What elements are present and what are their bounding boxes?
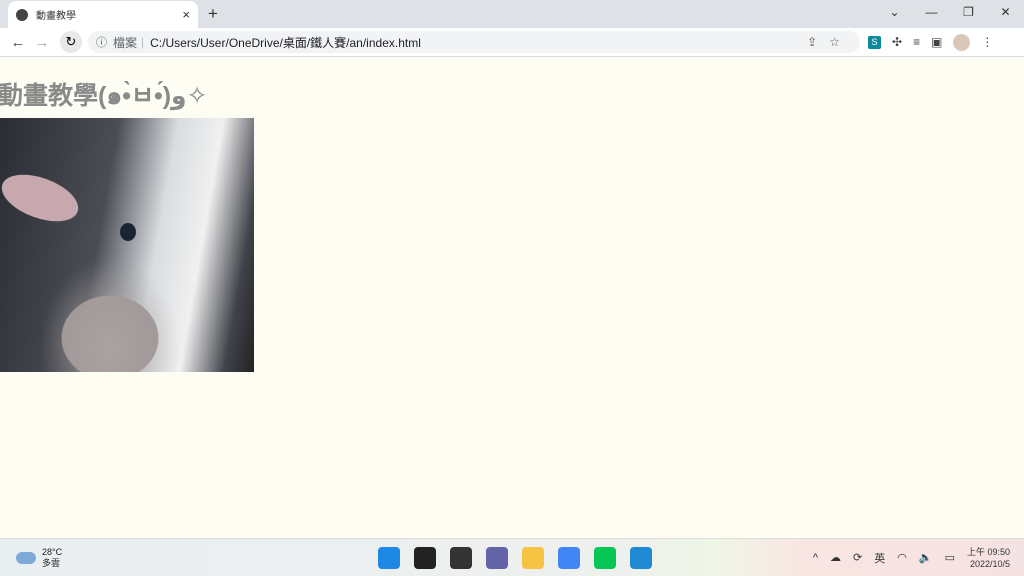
search-icon[interactable] xyxy=(414,546,436,569)
close-window-button[interactable]: ✕ xyxy=(987,0,1024,24)
temperature: 28°C xyxy=(42,546,63,557)
extension-s-icon[interactable]: S xyxy=(868,35,881,49)
reading-list-icon[interactable]: ≡ xyxy=(913,35,920,49)
restore-button[interactable]: ❐ xyxy=(950,0,987,24)
chevron-up-icon[interactable]: ^ xyxy=(813,552,818,564)
new-tab-button[interactable]: + xyxy=(208,4,218,24)
rabbit-eye xyxy=(120,223,136,241)
share-icon[interactable]: ⇪ xyxy=(807,35,829,49)
onedrive-icon[interactable]: ☁ xyxy=(830,551,841,564)
globe-icon xyxy=(16,8,28,21)
page-heading: 動畫教學(๑•̀ㅂ•́)و✧ xyxy=(0,82,208,110)
taskbar: 28°C 多雲 ^ ☁ ⟳ 英 ◠ 🔈 ▭ 上午 09:50 2022/10/5 xyxy=(0,538,1024,576)
clock[interactable]: 上午 09:50 2022/10/5 xyxy=(967,546,1010,570)
extensions-puzzle-icon[interactable]: ✣ xyxy=(892,35,902,49)
side-panel-icon[interactable]: ▣ xyxy=(931,35,942,49)
teams-chat-icon[interactable] xyxy=(486,546,508,569)
system-tray: ^ ☁ ⟳ 英 ◠ 🔈 ▭ 上午 09:50 2022/10/5 xyxy=(813,546,1010,570)
forward-button[interactable]: → xyxy=(30,34,54,51)
tab-title: 動畫教學 xyxy=(36,11,76,22)
address-bar[interactable]: ⓘ 檔案 | C:/Users/User/OneDrive/桌面/鐵人賽/an/… xyxy=(88,31,860,53)
volume-icon[interactable]: 🔈 xyxy=(919,551,933,564)
ime-indicator[interactable]: 英 xyxy=(874,550,885,566)
date: 2022/10/5 xyxy=(969,558,1010,569)
task-view-icon[interactable] xyxy=(450,546,472,569)
start-icon[interactable] xyxy=(378,546,400,569)
time: 上午 09:50 xyxy=(966,546,1010,557)
chrome-icon[interactable] xyxy=(558,546,580,569)
weather-widget[interactable]: 28°C 多雲 xyxy=(16,547,62,569)
wifi-icon[interactable]: ◠ xyxy=(897,551,907,564)
tab-strip: 動畫教學 × + ⌄ — ❐ ✕ xyxy=(0,0,1024,28)
battery-icon[interactable]: ▭ xyxy=(945,551,955,564)
sync-icon[interactable]: ⟳ xyxy=(853,551,862,564)
profile-avatar[interactable] xyxy=(953,33,971,51)
line-icon[interactable] xyxy=(594,546,616,569)
cloud-icon xyxy=(16,551,36,564)
back-button[interactable]: ← xyxy=(6,34,30,51)
url-text[interactable]: C:/Users/User/OneDrive/桌面/鐵人賽/an/index.h… xyxy=(150,34,421,51)
close-tab-icon[interactable]: × xyxy=(182,7,190,22)
file-explorer-icon[interactable] xyxy=(522,546,544,569)
browser-tab[interactable]: 動畫教學 × xyxy=(8,1,198,28)
tab-search-icon[interactable]: ⌄ xyxy=(876,0,913,24)
address-label: 檔案 xyxy=(113,35,138,50)
rabbit-image xyxy=(0,118,254,372)
rabbit-ear xyxy=(0,165,85,231)
browser-toolbar: ← → ↻ ⓘ 檔案 | C:/Users/User/OneDrive/桌面/鐵… xyxy=(0,28,1024,57)
menu-kebab-icon[interactable]: ⋮ xyxy=(981,35,993,49)
bookmark-star-icon[interactable]: ☆ xyxy=(829,35,852,49)
minimize-button[interactable]: — xyxy=(913,0,950,24)
info-icon[interactable]: ⓘ xyxy=(96,34,107,50)
weather-text: 多雲 xyxy=(42,557,61,568)
reload-button[interactable]: ↻ xyxy=(60,31,82,53)
divider: | xyxy=(141,35,145,49)
vscode-icon[interactable] xyxy=(630,546,652,569)
